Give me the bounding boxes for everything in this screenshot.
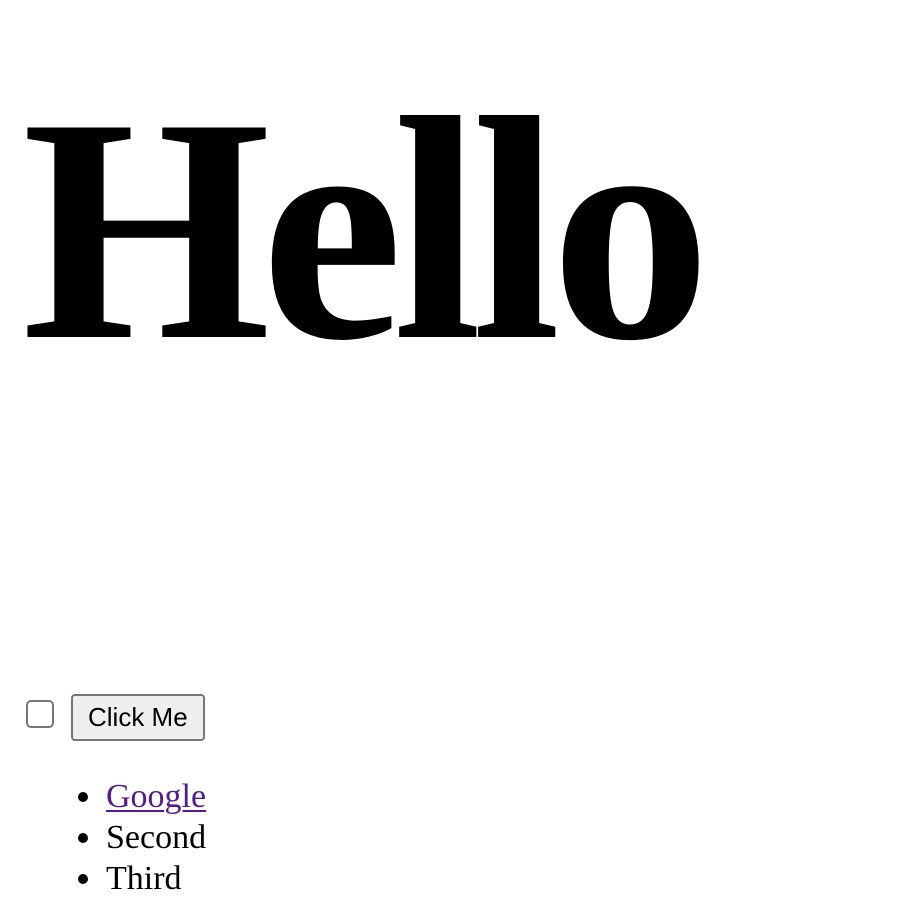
list-item: Google [0, 776, 206, 817]
page: Hello Click Me Google Second Third [0, 0, 914, 911]
checkbox[interactable] [26, 699, 54, 728]
bullet-icon [78, 792, 88, 802]
bullet-icon [78, 874, 88, 884]
click-me-button[interactable]: Click Me [71, 694, 205, 741]
controls-row: Click Me [26, 694, 205, 741]
bulleted-list: Google Second Third [0, 776, 206, 899]
page-heading: Hello [22, 53, 711, 407]
bullet-icon [78, 833, 88, 843]
list-item-label: Third [106, 860, 182, 897]
list-item: Second [0, 817, 206, 858]
list-item-label: Second [106, 819, 207, 856]
google-link[interactable]: Google [106, 778, 206, 815]
list-item: Third [0, 858, 206, 899]
